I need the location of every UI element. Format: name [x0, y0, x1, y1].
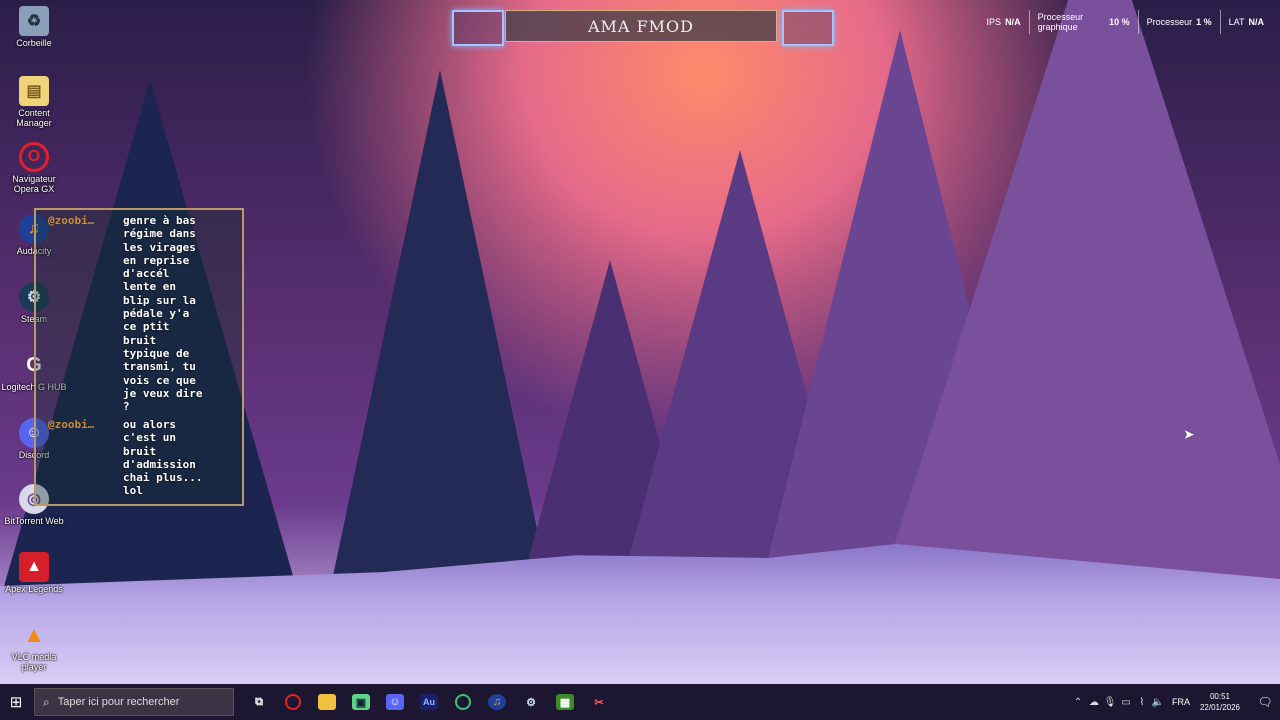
- stat-fps: IPS N/A: [979, 10, 1029, 34]
- taskbar-xbox[interactable]: ▣: [344, 684, 378, 720]
- opera-gx-icon: [285, 694, 301, 710]
- chat-text: genre à bas régime dans les virages en r…: [123, 214, 203, 414]
- chat-text: ou alors c'est un bruit d'admission chai…: [123, 418, 203, 498]
- network-icon[interactable]: ⌇: [1134, 697, 1150, 708]
- taskbar-capcut[interactable]: ✂: [582, 684, 616, 720]
- taskbar-discord[interactable]: ☺: [378, 684, 412, 720]
- desktop-icon-label: Content Manager: [16, 108, 52, 128]
- cloud-icon[interactable]: ☁: [1086, 697, 1102, 708]
- taskbar-steam[interactable]: ⚙: [514, 684, 548, 720]
- recycle-bin-icon: ♻: [19, 6, 49, 36]
- taskbar-opera-gx[interactable]: [276, 684, 310, 720]
- stat-label: LAT: [1228, 17, 1245, 27]
- desktop-icon-vlc[interactable]: ▲ VLC media player: [0, 620, 68, 672]
- discord-icon: ☺: [386, 694, 404, 710]
- desktop-icon-label: Apex Legends: [5, 584, 63, 594]
- desktop-icon-label: BitTorrent Web: [4, 516, 64, 526]
- language-indicator[interactable]: FRA: [1172, 697, 1190, 707]
- stat-gpu: Processeur graphique 10 %: [1028, 10, 1138, 34]
- vlc-icon: ▲: [23, 622, 45, 647]
- search-placeholder: Taper ici pour rechercher: [57, 696, 180, 708]
- desktop-icon-content-manager[interactable]: ▤ Content Manager: [0, 76, 68, 128]
- taskbar-search[interactable]: ⌕ Taper ici pour rechercher: [34, 688, 234, 716]
- mouse-cursor: ➤: [1183, 426, 1195, 442]
- spotify-icon: [455, 694, 471, 710]
- apex-legends-icon: ▲: [19, 552, 49, 582]
- chevron-up-icon[interactable]: ⌃: [1070, 697, 1086, 708]
- desktop-icon-opera-gx[interactable]: O Navigateur Opera GX: [0, 142, 68, 194]
- clock-date: 22/01/2026: [1199, 703, 1240, 712]
- stat-value: 1 %: [1196, 17, 1212, 27]
- desktop-icon-label: Navigateur Opera GX: [12, 174, 56, 194]
- chat-overlay: @zoobi… genre à bas régime dans les vira…: [34, 208, 244, 506]
- clock-time: 00:51: [1209, 692, 1230, 701]
- taskbar-apps: ⧉ ▣ ☺ Au ♫ ⚙ ▦ ✂: [242, 684, 616, 720]
- performance-overlay: IPS N/A Processeur graphique 10 % Proces…: [979, 10, 1272, 34]
- notification-icon[interactable]: 🗨: [1250, 695, 1280, 709]
- desktop-icon-corbeille[interactable]: ♻ Corbeille: [0, 6, 68, 48]
- desktop-icon-apex-legends[interactable]: ▲ Apex Legends: [0, 552, 68, 594]
- chat-username: @zoobi…: [48, 418, 95, 431]
- windows-logo-icon: ⊞: [9, 694, 23, 711]
- minecraft-icon: ▦: [556, 694, 574, 710]
- taskbar-file-explorer[interactable]: [310, 684, 344, 720]
- hud-right-frame: [782, 10, 834, 46]
- task-view-button[interactable]: ⧉: [242, 684, 276, 720]
- start-button[interactable]: ⊞: [0, 684, 32, 720]
- xbox-icon: ▣: [352, 694, 370, 710]
- audition-icon: Au: [420, 694, 438, 710]
- stat-label: Processeur: [1146, 17, 1193, 27]
- capcut-icon: ✂: [594, 696, 604, 709]
- search-icon: ⌕: [43, 694, 50, 709]
- desktop-icon-label: Corbeille: [16, 38, 52, 48]
- microphone-icon[interactable]: 🎙: [1102, 697, 1118, 708]
- opera-gx-icon: O: [19, 142, 49, 172]
- taskbar-minecraft[interactable]: ▦: [548, 684, 582, 720]
- desktop-icon-label: VLC media player: [11, 652, 57, 672]
- hud-left-frame: [452, 10, 504, 46]
- stat-label: Processeur graphique: [1037, 12, 1084, 32]
- taskbar-audacity[interactable]: ♫: [480, 684, 514, 720]
- taskbar-spotify[interactable]: [446, 684, 480, 720]
- stat-label: IPS: [986, 17, 1002, 27]
- file-explorer-icon: [318, 694, 336, 710]
- taskbar-audition[interactable]: Au: [412, 684, 446, 720]
- stat-latency: LAT N/A: [1219, 10, 1272, 34]
- clock[interactable]: 00:51 22/01/2026: [1200, 691, 1240, 713]
- stat-value: N/A: [1005, 17, 1021, 27]
- folder-icon: ▤: [19, 76, 49, 106]
- chat-username: @zoobi…: [48, 214, 95, 227]
- speaker-icon[interactable]: 🔈: [1150, 697, 1166, 708]
- taskbar: ⊞ ⌕ Taper ici pour rechercher ⧉ ▣ ☺ Au ♫…: [0, 684, 1280, 720]
- audacity-icon: ♫: [488, 694, 506, 710]
- stat-value: 10 %: [1109, 17, 1130, 27]
- task-view-icon: ⧉: [255, 695, 263, 708]
- system-tray: ⌃ ☁ 🎙 ▭ ⌇ 🔈 FRA 00:51 22/01/2026 🗨: [1070, 684, 1280, 720]
- steam-icon: ⚙: [526, 696, 536, 709]
- hud-title: AMA FMOD: [505, 10, 777, 42]
- stat-value: N/A: [1248, 17, 1265, 27]
- display-icon[interactable]: ▭: [1118, 697, 1134, 708]
- stat-cpu: Processeur 1 %: [1137, 10, 1220, 34]
